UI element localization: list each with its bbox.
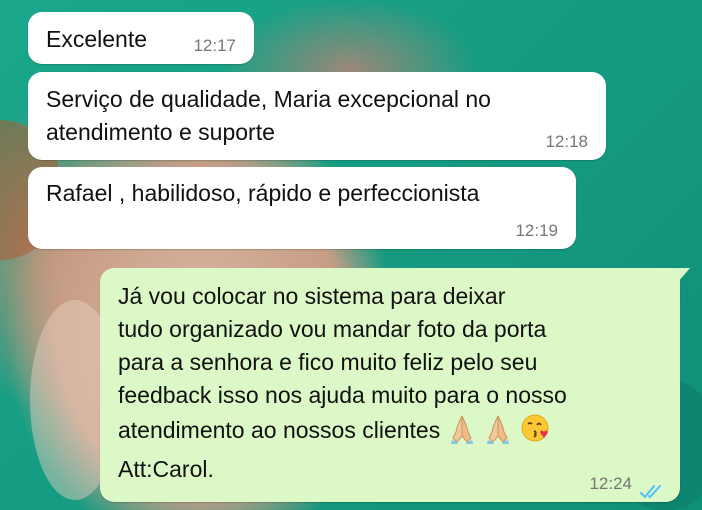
message-time: 12:24 [589, 474, 632, 493]
message-text: Excelente [46, 26, 148, 52]
message-signature: Att:Carol. [118, 456, 214, 482]
message-bubble-incoming[interactable]: Excelente 12:17 [28, 12, 254, 64]
message-text: Rafael , habilidoso, rápido e perfeccion… [46, 180, 480, 206]
message-time: 12:19 [515, 221, 558, 240]
message-bubble-incoming[interactable]: Rafael , habilidoso, rápido e perfeccion… [28, 167, 576, 249]
folded-hands-emoji [484, 414, 512, 453]
message-bubble-outgoing[interactable]: Já vou colocar no sistema para deixar tu… [100, 268, 690, 502]
message-text: Já vou colocar no sistema para deixar tu… [118, 280, 680, 486]
message-bubble-incoming[interactable]: Serviço de qualidade, Maria excepcional … [28, 72, 606, 160]
double-check-read-icon [640, 476, 666, 499]
message-text: Serviço de qualidade, Maria excepcional … [46, 86, 491, 145]
bubble-tail [678, 268, 690, 282]
message-time: 12:18 [545, 132, 588, 151]
face-blowing-kiss-emoji [520, 412, 552, 453]
folded-hands-emoji [448, 414, 476, 453]
message-time: 12:17 [193, 36, 236, 55]
